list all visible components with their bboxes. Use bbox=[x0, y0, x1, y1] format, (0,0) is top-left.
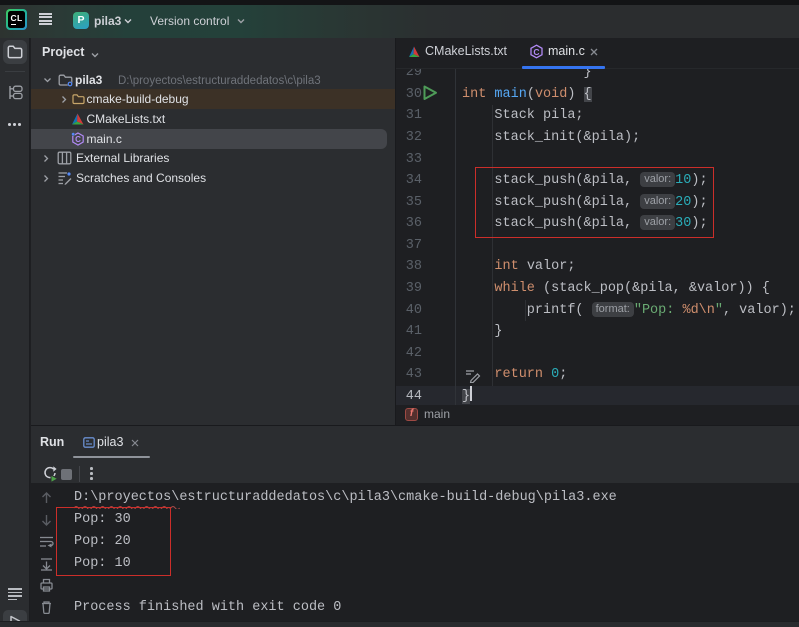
svg-text:C: C bbox=[533, 47, 539, 57]
svg-text:C: C bbox=[75, 135, 81, 144]
